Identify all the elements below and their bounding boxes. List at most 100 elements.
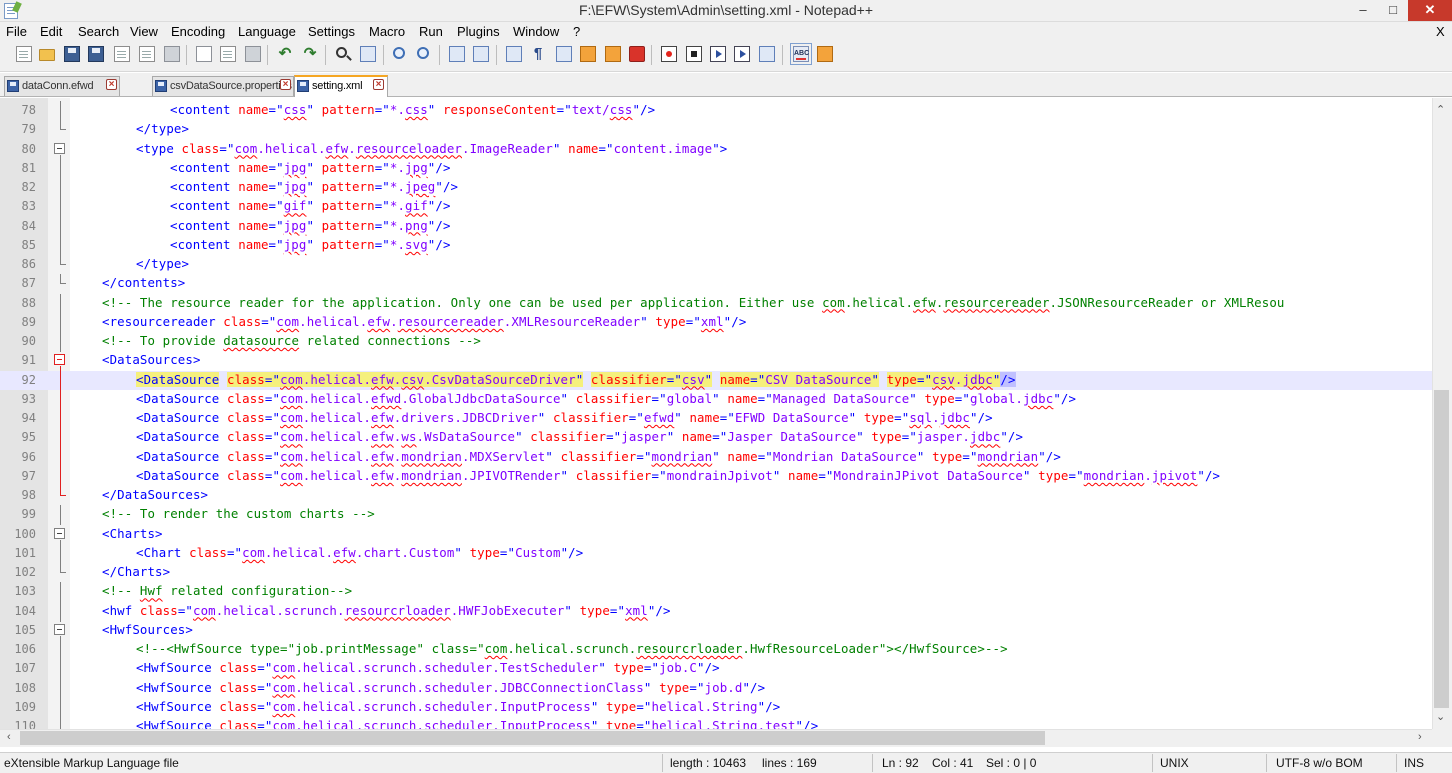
sync-horizontal-icon[interactable] xyxy=(473,46,489,62)
code-line[interactable]: 91 <DataSources> xyxy=(0,351,1432,372)
code-token: name xyxy=(238,198,269,214)
stop-macro-icon[interactable] xyxy=(686,46,702,62)
cut-icon[interactable] xyxy=(196,46,212,62)
code-line[interactable]: 92 <DataSource class="com.helical.efw.csv… xyxy=(0,370,1432,391)
tab-close-icon[interactable]: × xyxy=(373,79,384,90)
doc-map-icon[interactable] xyxy=(605,46,621,62)
code-line[interactable]: 83 <content name="gif" pattern="*.gif"/> xyxy=(0,197,1432,218)
code-line[interactable]: 107 <HwfSource class="com.helical.scrunch… xyxy=(0,659,1432,680)
code-line[interactable]: 82 <content name="jpg" pattern="*.jpeg"/> xyxy=(0,178,1432,198)
run-macro-multiple-icon[interactable] xyxy=(734,46,750,62)
open-file-icon[interactable] xyxy=(39,49,55,61)
close-icon[interactable] xyxy=(114,46,130,62)
code-token: " xyxy=(560,390,576,406)
save-icon[interactable] xyxy=(64,46,80,62)
code-line[interactable]: 95 <DataSource class="com.helical.efw.ws.… xyxy=(0,428,1432,449)
redo-icon[interactable]: ↷ xyxy=(302,46,318,62)
scroll-up-arrow-icon[interactable]: ⌃ xyxy=(1436,103,1445,116)
code-line[interactable]: 86 </type> xyxy=(0,255,1432,274)
fold-toggle-icon[interactable] xyxy=(54,354,65,366)
play-macro-icon[interactable] xyxy=(710,46,726,62)
code-line[interactable]: 101 <Chart class="com.helical.efw.chart.C… xyxy=(0,543,1432,564)
code-line[interactable]: 96 <DataSource class="com.helical.efw.mon… xyxy=(0,447,1432,468)
undo-icon[interactable]: ↶ xyxy=(277,46,293,62)
save-macro-icon[interactable] xyxy=(759,46,775,62)
sync-vertical-icon[interactable] xyxy=(449,46,465,62)
menu-run[interactable]: Run xyxy=(419,24,443,39)
replace-icon[interactable] xyxy=(360,46,376,62)
scroll-down-arrow-icon[interactable]: ⌄ xyxy=(1436,710,1445,723)
status-encoding[interactable]: UTF-8 w/o BOM xyxy=(1276,756,1363,770)
code-line[interactable]: 109 <HwfSource class="com.helical.scrunch… xyxy=(0,697,1432,718)
code-line[interactable]: 85 <content name="jpg" pattern="*.svg"/> xyxy=(0,235,1432,256)
folder-workspace-icon[interactable] xyxy=(629,46,645,62)
vertical-scroll-thumb[interactable] xyxy=(1434,390,1449,708)
spell-check-icon[interactable]: ABC xyxy=(790,43,812,65)
menu-help[interactable]: ? xyxy=(573,24,580,39)
menu-file[interactable]: File xyxy=(6,24,27,39)
code-line[interactable]: 97 <DataSource class="com.helical.efw.mon… xyxy=(0,466,1432,487)
fold-toggle-icon[interactable] xyxy=(54,623,65,635)
find-icon[interactable] xyxy=(336,47,347,58)
code-line[interactable]: 99 <!-- To render the custom charts --> xyxy=(0,505,1432,526)
menu-edit[interactable]: Edit xyxy=(40,24,62,39)
code-line[interactable]: 79 </type> xyxy=(0,120,1432,139)
minimize-button[interactable]: – xyxy=(1348,0,1378,21)
code-line[interactable]: 106 <!--<HwfSource type="job.printMessage… xyxy=(0,640,1432,660)
indent-guide-icon[interactable] xyxy=(556,46,572,62)
maximize-button[interactable]: □ xyxy=(1378,0,1408,21)
close-document-button[interactable]: X xyxy=(1436,24,1445,39)
code-line[interactable]: 88 <!-- The resource reader for the appli… xyxy=(0,293,1432,314)
menu-encoding[interactable]: Encoding xyxy=(171,24,225,39)
code-line[interactable]: 80 <type class="com.helical.efw.resourcel… xyxy=(0,140,1432,160)
code-line[interactable]: 93 <DataSource class="com.helical.efwd.Gl… xyxy=(0,389,1432,410)
tab-csvdatasource[interactable]: csvDataSource.properties xyxy=(152,76,294,96)
new-file-icon[interactable] xyxy=(16,46,32,62)
code-line[interactable]: 81 <content name="jpg" pattern="*.jpg"/> xyxy=(0,158,1432,179)
status-eol[interactable]: UNIX xyxy=(1160,756,1189,770)
fold-toggle-icon[interactable] xyxy=(54,142,65,154)
save-all-icon[interactable] xyxy=(88,46,104,62)
code-line[interactable]: 89 <resourcereader class="com.helical.efw… xyxy=(0,312,1432,333)
menu-macro[interactable]: Macro xyxy=(369,24,405,39)
menu-view[interactable]: View xyxy=(130,24,158,39)
word-wrap-icon[interactable] xyxy=(506,46,522,62)
tab-dataconn[interactable]: dataConn.efwd xyxy=(4,76,120,96)
code-line[interactable]: 98 </DataSources> xyxy=(0,486,1432,505)
scroll-right-arrow-icon[interactable]: › xyxy=(1418,731,1422,743)
scroll-left-arrow-icon[interactable]: ‹ xyxy=(7,731,11,743)
code-line[interactable]: 90 <!-- To provide datasource related con… xyxy=(0,332,1432,352)
tab-close-icon[interactable]: × xyxy=(280,79,291,90)
menu-language[interactable]: Language xyxy=(238,24,296,39)
code-line[interactable]: 84 <content name="jpg" pattern="*.png"/> xyxy=(0,216,1432,237)
menu-window[interactable]: Window xyxy=(513,24,559,39)
line-number: 80 xyxy=(21,141,36,156)
close-window-button[interactable]: ✕ xyxy=(1408,0,1452,21)
code-line[interactable]: 94 <DataSource class="com.helical.efw.dri… xyxy=(0,409,1432,429)
zoom-in-icon[interactable] xyxy=(393,47,405,59)
code-line[interactable]: 78 <content name="css" pattern="*.css" re… xyxy=(0,101,1432,121)
horizontal-scroll-thumb[interactable] xyxy=(20,731,1045,745)
zoom-out-icon[interactable] xyxy=(417,47,429,59)
code-line[interactable]: 103 <!-- Hwf related configuration--> xyxy=(0,582,1432,603)
copy-icon[interactable] xyxy=(220,46,236,62)
fold-toggle-icon[interactable] xyxy=(54,527,65,539)
tab-close-icon[interactable]: × xyxy=(106,79,117,90)
code-line[interactable]: 102 </Charts> xyxy=(0,563,1432,582)
print-icon[interactable] xyxy=(164,46,180,62)
code-line[interactable]: 87 </contents> xyxy=(0,274,1432,293)
show-all-chars-icon[interactable]: ¶ xyxy=(530,46,546,62)
code-line[interactable]: 108 <HwfSource class="com.helical.scrunch… xyxy=(0,678,1432,699)
paste-icon[interactable] xyxy=(245,46,261,62)
code-line[interactable]: 105 <HwfSources> xyxy=(0,621,1432,641)
menu-settings[interactable]: Settings xyxy=(308,24,355,39)
record-macro-icon[interactable] xyxy=(661,46,677,62)
function-list-icon[interactable] xyxy=(580,46,596,62)
close-all-icon[interactable] xyxy=(139,46,155,62)
menu-plugins[interactable]: Plugins xyxy=(457,24,500,39)
code-line[interactable]: 104 <hwf class="com.helical.scrunch.resou… xyxy=(0,601,1432,622)
code-line[interactable]: 100 <Charts> xyxy=(0,525,1432,545)
menu-search[interactable]: Search xyxy=(78,24,119,39)
spell-options-icon[interactable] xyxy=(817,46,833,62)
status-insert-mode[interactable]: INS xyxy=(1404,756,1424,770)
